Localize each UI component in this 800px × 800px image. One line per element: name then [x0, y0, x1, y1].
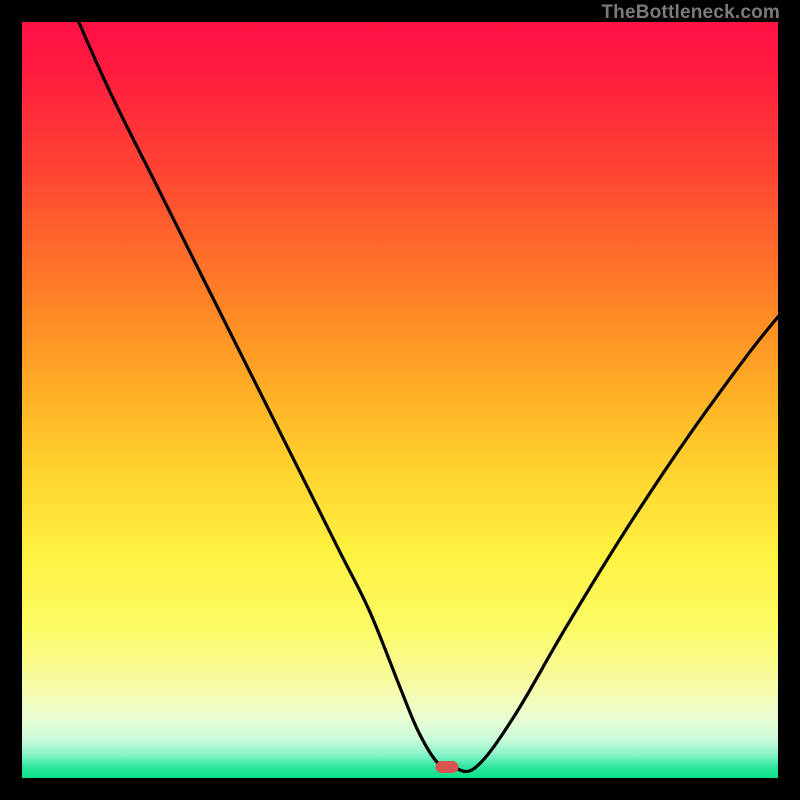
watermark-text: TheBottleneck.com [601, 2, 780, 24]
optimal-point-marker [435, 761, 458, 773]
plot-area [22, 22, 778, 778]
chart-frame: TheBottleneck.com [0, 0, 800, 800]
curve-path [79, 22, 778, 772]
bottleneck-curve [22, 22, 778, 778]
